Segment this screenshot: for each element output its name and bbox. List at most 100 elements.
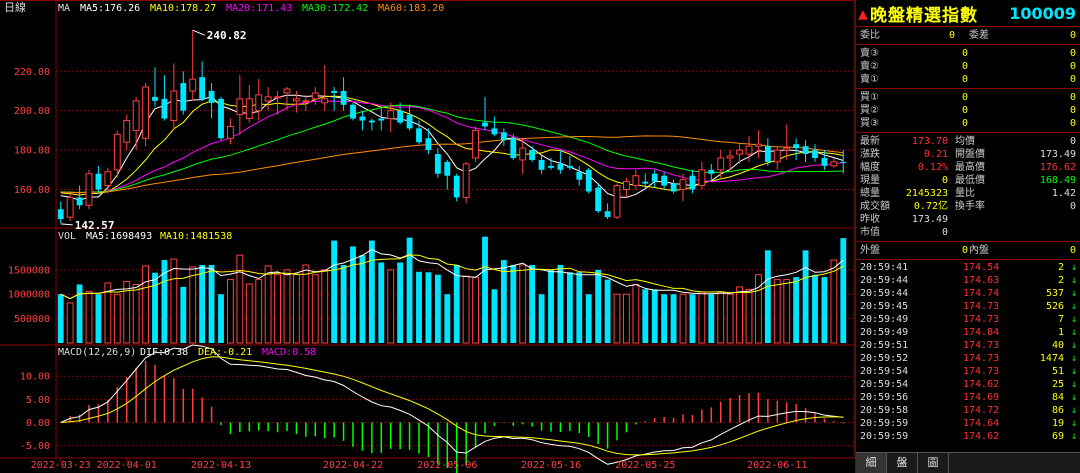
candle-body [274,96,281,99]
candle-body [434,154,441,174]
volume-bar [453,264,460,343]
index-code: 100009 [1009,3,1076,23]
vol-legend-item: MA10:1481538 [160,231,232,242]
volume-bar [76,284,83,343]
volume-bar [245,283,253,344]
volume-bar [95,294,102,343]
ratio-value: 0 [948,30,955,41]
volume-tick-label: 1000000 [8,290,50,301]
candle-body [416,128,422,143]
volume-bar [350,246,356,343]
volume-bar [661,294,668,343]
bid-volume: 0 [1069,118,1076,129]
volume-bar [679,293,687,344]
volume-bar [529,264,536,343]
tab-0[interactable]: 細 [856,453,887,473]
candle-body [472,129,479,159]
down-arrow-icon: ↓ [1070,418,1077,429]
volume-bar [595,269,602,343]
quote-row: 市值 0 [856,226,1080,239]
candle-body [651,173,658,182]
candle-body [293,98,300,102]
quote-value: 0 [1069,136,1076,147]
ma-legend-item: MA60:183.20 [378,3,444,14]
down-arrow-icon: ↓ [1070,379,1077,390]
volume-bar [783,279,791,344]
candle-body [378,118,385,121]
price-tick-label: 160.00 [14,185,50,196]
tick-price: 174.54 [963,262,1000,273]
macd-indicator-label: MACD(12,26,9) [58,347,136,358]
candle-body [670,183,677,192]
candle-body [793,144,800,149]
volume-bar [548,269,554,343]
volume-bar [302,264,310,344]
tick-time: 20:59:44 [860,288,909,299]
volume-bar [585,294,592,343]
inner-label: 內盤 [969,245,989,256]
down-arrow-icon: ↓ [1070,392,1077,403]
quote-label: 量比 [955,188,975,199]
ask-volume: 0 [1069,74,1076,85]
volume-bar [142,265,149,344]
tick-list[interactable]: 20:59:41 174.54 2 ↓ 20:59:44 174.63 2 ↓ 20:59:44… [856,260,1080,443]
volume-bar [576,272,583,343]
x-tick-label: 2022-06-11 [747,460,807,471]
ma-legend-item: MA5:176.26 [80,3,140,14]
diff-value: 0 [1069,30,1076,41]
candle-body [821,157,828,166]
quote-label: 開盤價 [955,149,985,160]
down-arrow-icon: ↓ [1070,405,1077,416]
tick-price: 174.73 [963,301,1000,312]
candle-body [331,90,338,93]
panel-tabs: 細盤圖 [856,452,1080,473]
volume-bar [387,269,395,344]
candle-body [736,149,743,155]
quote-row: 成交額 0.72亿 換手率 0 [856,200,1080,213]
ask-row: 賣③ 0 0 [856,47,1080,60]
volume-bar [425,272,432,343]
candle-body [764,146,771,162]
bid-list: 買① 0 0 買② 0 0 買③ 0 0 [856,89,1080,133]
tick-volume: 40 [1051,340,1064,351]
candle-body [264,96,272,102]
candle-body [604,211,611,218]
tick-volume: 69 [1051,431,1064,442]
quote-row: 最新 173.70 均價 0 [856,135,1080,148]
ratio-label: 委比 [860,30,880,41]
candle-body [368,120,375,123]
macd-legend-item: DEA:-0.21 [198,347,252,358]
volume-bar [283,269,291,344]
chart-labels: 160.00 180.00 200.00 220.00 500000 1000000 150… [4,0,807,471]
x-tick-label: 2022-03-23 [31,460,91,471]
volume-bar [642,289,649,343]
ma-legend-item: MA20:171.43 [226,3,292,14]
high-arrow [192,29,205,36]
volume-bar [208,264,215,343]
volume-bar [359,255,366,343]
order-ratio-row: 委比 0 委差 0 [856,29,1080,42]
candle-body [576,171,583,180]
quote-value: 1.42 [1051,188,1076,199]
down-arrow-icon: ↓ [1070,366,1077,377]
quote-label: 現量 [860,175,880,186]
vol-legend-item: MA5:1698493 [86,231,152,242]
volume-bar [613,293,621,344]
quote-value: 0 [941,175,948,186]
tick-volume: 1 [1057,327,1064,338]
candle-body [132,100,140,131]
tab-2[interactable]: 圖 [918,453,949,473]
candle-body [585,169,592,192]
ma-indicator-label: MA [58,3,70,14]
candle-body [170,90,178,122]
volume-bar [180,286,187,343]
tick-volume: 526 [1045,301,1064,312]
kline-chart[interactable]: 160.00 180.00 200.00 220.00 500000 1000000 150… [0,0,855,473]
candle-body [208,90,215,103]
tab-1[interactable]: 盤 [887,453,918,473]
quote-value: 168.49 [1039,175,1076,186]
bid-label: 買① [860,92,879,103]
volume-bar [623,293,630,344]
candle-body [387,110,395,120]
macd-tick-label: -5.00 [20,441,50,452]
